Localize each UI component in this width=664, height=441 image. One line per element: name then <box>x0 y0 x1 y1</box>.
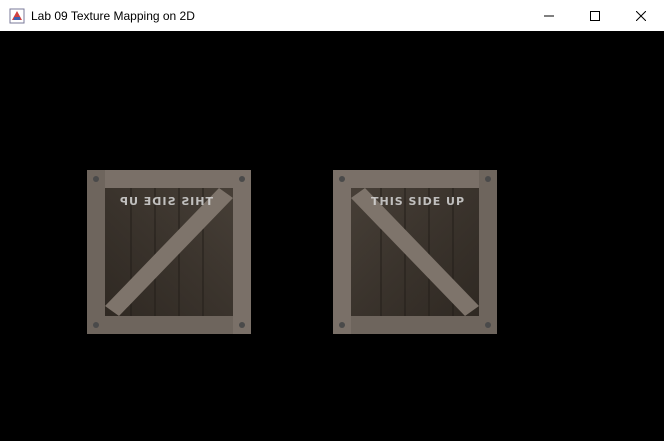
crate-texture-right: THIS SIDE UP <box>333 170 497 334</box>
title-bar[interactable]: Lab 09 Texture Mapping on 2D <box>0 0 664 31</box>
minimize-button[interactable] <box>526 0 572 31</box>
minimize-icon <box>544 15 554 16</box>
crate-stencil-left: THIS SIDE UP <box>119 195 213 208</box>
crate-texture-left: THIS SIDE UP <box>87 170 251 334</box>
render-canvas[interactable]: THIS SIDE UP THIS SIDE UP <box>0 31 664 441</box>
crate-stencil-right: THIS SIDE UP <box>371 195 465 208</box>
close-icon <box>636 10 646 21</box>
maximize-icon <box>590 10 600 21</box>
app-window: Lab 09 Texture Mapping on 2D THIS SIDE U… <box>0 0 664 441</box>
java-app-icon <box>9 8 25 23</box>
close-button[interactable] <box>618 0 664 31</box>
maximize-button[interactable] <box>572 0 618 31</box>
window-controls <box>526 0 664 31</box>
window-title: Lab 09 Texture Mapping on 2D <box>31 8 195 23</box>
